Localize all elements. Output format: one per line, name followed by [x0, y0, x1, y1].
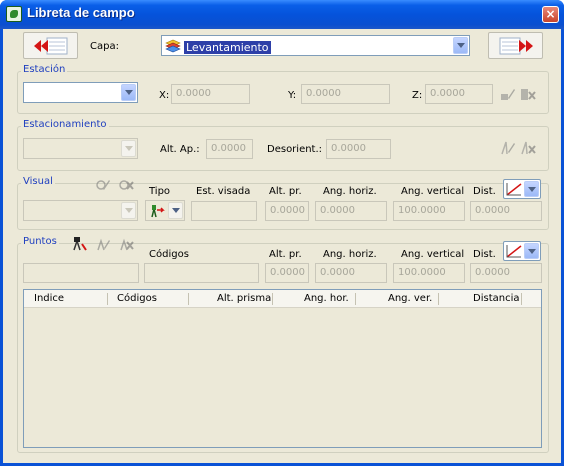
puntos-dist-label: Dist.	[473, 249, 496, 260]
capa-select[interactable]: Levantamiento	[161, 35, 470, 56]
visual-ang-horiz-label: Ang. horiz.	[323, 186, 377, 197]
forward-arrows-icon	[499, 37, 533, 55]
dialog-window: Libreta de campo × Capa: Levantamiento E…	[0, 0, 564, 466]
chevron-down-icon[interactable]	[121, 84, 136, 101]
app-icon	[6, 6, 22, 22]
delete-setup-icon[interactable]	[520, 140, 536, 156]
title-bar[interactable]: Libreta de campo ×	[0, 0, 564, 29]
puntos-group-title: Puntos	[21, 236, 59, 247]
layer-icon	[165, 39, 181, 53]
capa-selected-value: Levantamiento	[184, 41, 271, 54]
alt-ap-field[interactable]: 0.0000	[206, 139, 253, 159]
edit-setup-icon[interactable]	[500, 140, 516, 156]
y-field[interactable]: 0.0000	[301, 84, 390, 104]
visual-dist-field[interactable]: 0.0000	[470, 201, 542, 221]
chevron-down-icon[interactable]	[121, 140, 136, 157]
codigos-field[interactable]	[144, 263, 259, 283]
codigos-label: Códigos	[149, 249, 189, 260]
delete-visual-icon[interactable]	[118, 177, 134, 193]
visual-chart-toggle[interactable]	[503, 179, 541, 199]
alt-ap-label: Alt. Ap.:	[160, 144, 200, 155]
column-divider[interactable]	[521, 293, 522, 305]
col-header-indice[interactable]: Indice	[34, 293, 64, 304]
table-header: Indice Códigos Alt. prisma Ang. hor. Ang…	[24, 290, 541, 308]
next-button[interactable]	[488, 32, 543, 59]
desorient-label: Desorient.:	[267, 144, 323, 155]
x-label: X:	[159, 90, 170, 101]
visual-ang-vertical-field[interactable]: 100.0000	[393, 201, 465, 221]
z-label: Z:	[412, 90, 423, 101]
rewind-arrows-icon	[34, 37, 68, 55]
column-divider[interactable]	[188, 293, 189, 305]
delete-station-icon[interactable]	[520, 86, 536, 102]
chevron-down-icon[interactable]	[524, 243, 539, 259]
x-field[interactable]: 0.0000	[171, 84, 250, 104]
puntos-alt-pr-label: Alt. pr.	[269, 249, 302, 260]
y-label: Y:	[288, 90, 297, 101]
estacion-select[interactable]	[23, 82, 138, 103]
visual-ang-vertical-label: Ang. vertical	[401, 186, 465, 197]
visual-group-title: Visual	[21, 176, 55, 187]
est-visada-field[interactable]	[191, 201, 257, 221]
close-button[interactable]: ×	[542, 6, 559, 23]
estacionamiento-select[interactable]	[23, 138, 138, 159]
previous-button[interactable]	[23, 32, 78, 59]
col-header-codigos[interactable]: Códigos	[117, 293, 157, 304]
estacionamiento-group-title: Estacionamiento	[21, 119, 109, 130]
puntos-ang-vertical-label: Ang. vertical	[401, 249, 465, 260]
col-header-alt-prisma[interactable]: Alt. prisma	[217, 293, 271, 304]
points-table[interactable]: Indice Códigos Alt. prisma Ang. hor. Ang…	[23, 289, 542, 448]
column-divider[interactable]	[355, 293, 356, 305]
visual-alt-pr-label: Alt. pr.	[269, 186, 302, 197]
add-point-icon[interactable]	[71, 236, 87, 252]
chevron-down-icon[interactable]	[453, 37, 468, 54]
window-title: Libreta de campo	[27, 5, 135, 20]
estacion-group-title: Estación	[21, 64, 68, 75]
edit-point-icon[interactable]	[95, 236, 111, 252]
puntos-ang-vertical-field[interactable]: 100.0000	[393, 263, 465, 283]
chevron-down-icon[interactable]	[168, 202, 183, 219]
dialog-body: Capa: Levantamiento Estación X: 0.0000 Y…	[3, 29, 561, 463]
col-header-distancia[interactable]: Distancia	[473, 293, 519, 304]
line-graph-icon	[506, 245, 522, 258]
visual-alt-pr-field[interactable]: 0.0000	[265, 201, 309, 221]
puntos-ang-horiz-label: Ang. horiz.	[323, 249, 377, 260]
puntos-dist-field[interactable]: 0.0000	[470, 263, 542, 283]
est-visada-label: Est. visada	[196, 186, 251, 197]
puntos-ang-horiz-field[interactable]: 0.0000	[315, 263, 387, 283]
visual-select[interactable]	[23, 200, 138, 221]
tipo-label: Tipo	[149, 186, 171, 197]
col-header-ang-ver[interactable]: Ang. ver.	[388, 293, 432, 304]
tipo-select[interactable]	[145, 200, 185, 221]
column-divider[interactable]	[438, 293, 439, 305]
capa-label: Capa:	[90, 41, 119, 52]
line-graph-icon	[506, 183, 522, 196]
instrument-icon	[151, 205, 165, 218]
desorient-field[interactable]: 0.0000	[326, 139, 391, 159]
visual-dist-label: Dist.	[473, 186, 496, 197]
column-divider[interactable]	[272, 293, 273, 305]
chevron-down-icon[interactable]	[524, 181, 539, 197]
puntos-chart-toggle[interactable]	[503, 241, 541, 261]
chevron-down-icon[interactable]	[121, 202, 136, 219]
edit-visual-icon[interactable]	[95, 177, 111, 193]
punto-name-field[interactable]	[23, 263, 139, 283]
z-field[interactable]: 0.0000	[425, 84, 493, 104]
edit-station-icon[interactable]	[500, 86, 516, 102]
delete-point-icon[interactable]	[118, 236, 134, 252]
visual-ang-horiz-field[interactable]: 0.0000	[315, 201, 387, 221]
col-header-ang-hor[interactable]: Ang. hor.	[304, 293, 349, 304]
column-divider[interactable]	[107, 293, 108, 305]
puntos-alt-pr-field[interactable]: 0.0000	[265, 263, 309, 283]
